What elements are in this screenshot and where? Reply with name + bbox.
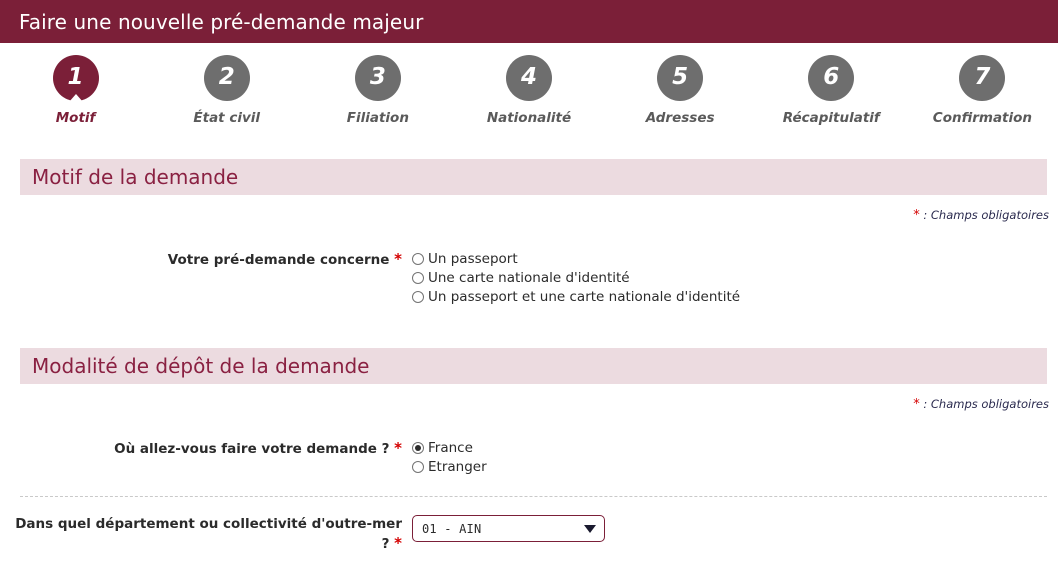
departement-field: 01 - AIN	[412, 515, 1058, 542]
chevron-down-icon[interactable]	[584, 524, 596, 533]
required-note-text-2: : Champs obligatoires	[923, 397, 1049, 411]
label-text-ou-demande: Où allez-vous faire votre demande ?	[114, 441, 390, 457]
radiogroup-ou-demande: France Etranger	[412, 439, 1058, 477]
app-title-bar: Faire une nouvelle pré-demande majeur	[0, 0, 1058, 43]
radio-circle-icon-passeport-et-cni[interactable]	[412, 291, 424, 303]
stepper-step-nationalite[interactable]: 4 Nationalité	[453, 55, 604, 139]
step-number-4: 4	[520, 64, 537, 90]
form-row-ou-demande: Où allez-vous faire votre demande ? * Fr…	[0, 439, 1058, 477]
step-number-5: 5	[672, 64, 689, 90]
section-header-modalite: Modalité de dépôt de la demande	[20, 348, 1047, 384]
radio-label-france: France	[428, 440, 473, 456]
required-note-modalite: * : Champs obligatoires	[0, 397, 1058, 412]
required-star-icon-5: *	[394, 534, 402, 552]
step-label-4: Nationalité	[486, 110, 572, 126]
form-row-demande-concerne: Votre pré-demande concerne * Un passepor…	[0, 250, 1058, 307]
page-title: Faire une nouvelle pré-demande majeur	[19, 9, 424, 34]
step-label-2: État civil	[193, 110, 261, 126]
stepper-step-adresses[interactable]: 5 Adresses	[605, 55, 756, 139]
required-star-icon-1: *	[913, 208, 920, 223]
section-header-motif: Motif de la demande	[20, 159, 1047, 195]
radio-label-etranger: Etranger	[428, 459, 487, 475]
step-circle-4[interactable]: 4	[505, 55, 552, 101]
radio-circle-icon-cni[interactable]	[412, 272, 424, 284]
departement-selected-value: 01 - AIN	[422, 521, 482, 536]
progress-stepper: 1 Motif 2 État civil 3 Filiation 4 Natio…	[0, 43, 1058, 143]
stepper-step-filiation[interactable]: 3 Filiation	[302, 55, 453, 139]
label-demande-concerne: Votre pré-demande concerne *	[0, 250, 412, 270]
radio-option-passeport-et-cni[interactable]: Un passeport et une carte nationale d'id…	[412, 288, 1058, 306]
radio-circle-icon-passeport[interactable]	[412, 253, 424, 265]
step-label-3: Filiation	[346, 110, 409, 126]
step-circle-3[interactable]: 3	[354, 55, 401, 101]
radio-label-cni: Une carte nationale d'identité	[428, 270, 630, 286]
form-row-departement: Dans quel département ou collectivité d'…	[0, 515, 1058, 554]
stepper-step-confirmation[interactable]: 7 Confirmation	[907, 55, 1058, 139]
label-text-departement-line2: ?	[381, 536, 390, 552]
step-circle-1[interactable]: 1	[52, 55, 99, 101]
step-label-1: Motif	[55, 110, 96, 126]
radiogroup-demande-concerne: Un passeport Une carte nationale d'ident…	[412, 250, 1058, 307]
step-number-1: 1	[67, 64, 84, 90]
radio-option-etranger[interactable]: Etranger	[412, 458, 1058, 476]
required-star-icon-3: *	[913, 397, 920, 412]
radio-label-passeport-et-cni: Un passeport et une carte nationale d'id…	[428, 289, 741, 305]
radio-option-france[interactable]: France	[412, 439, 1058, 457]
step-label-7: Confirmation	[932, 110, 1033, 126]
step-circle-6[interactable]: 6	[808, 55, 855, 101]
radio-circle-icon-france[interactable]	[412, 442, 424, 454]
stepper-step-etat-civil[interactable]: 2 État civil	[151, 55, 302, 139]
step-number-2: 2	[218, 64, 235, 90]
stepper-step-recapitulatif[interactable]: 6 Récapitulatif	[756, 55, 907, 139]
form-content: Motif de la demande * : Champs obligatoi…	[0, 143, 1058, 554]
step-number-6: 6	[823, 64, 840, 90]
label-text-demande-concerne: Votre pré-demande concerne	[167, 252, 390, 268]
radio-circle-icon-etranger[interactable]	[412, 461, 424, 473]
required-star-icon-2: *	[394, 250, 402, 268]
section-title-modalite: Modalité de dépôt de la demande	[32, 354, 370, 378]
step-circle-7[interactable]: 7	[959, 55, 1006, 101]
departement-select[interactable]: 01 - AIN	[412, 515, 605, 542]
radio-label-passeport: Un passeport	[428, 251, 518, 267]
required-note-text-1: : Champs obligatoires	[923, 208, 1049, 222]
required-note-motif: * : Champs obligatoires	[0, 208, 1058, 223]
section-title-motif: Motif de la demande	[32, 165, 239, 189]
label-departement: Dans quel département ou collectivité d'…	[0, 515, 412, 554]
stepper-step-motif[interactable]: 1 Motif	[0, 55, 151, 139]
step-number-7: 7	[974, 64, 991, 90]
step-label-5: Adresses	[645, 110, 715, 126]
radio-option-cni[interactable]: Une carte nationale d'identité	[412, 269, 1058, 287]
step-circle-5[interactable]: 5	[657, 55, 704, 101]
step-number-3: 3	[369, 64, 386, 90]
label-text-departement: Dans quel département ou collectivité d'…	[15, 516, 402, 532]
step-circle-2[interactable]: 2	[203, 55, 250, 101]
required-star-icon-4: *	[394, 439, 402, 457]
label-ou-demande: Où allez-vous faire votre demande ? *	[0, 439, 412, 459]
radio-option-passeport[interactable]: Un passeport	[412, 250, 1058, 268]
step-label-6: Récapitulatif	[782, 110, 880, 126]
